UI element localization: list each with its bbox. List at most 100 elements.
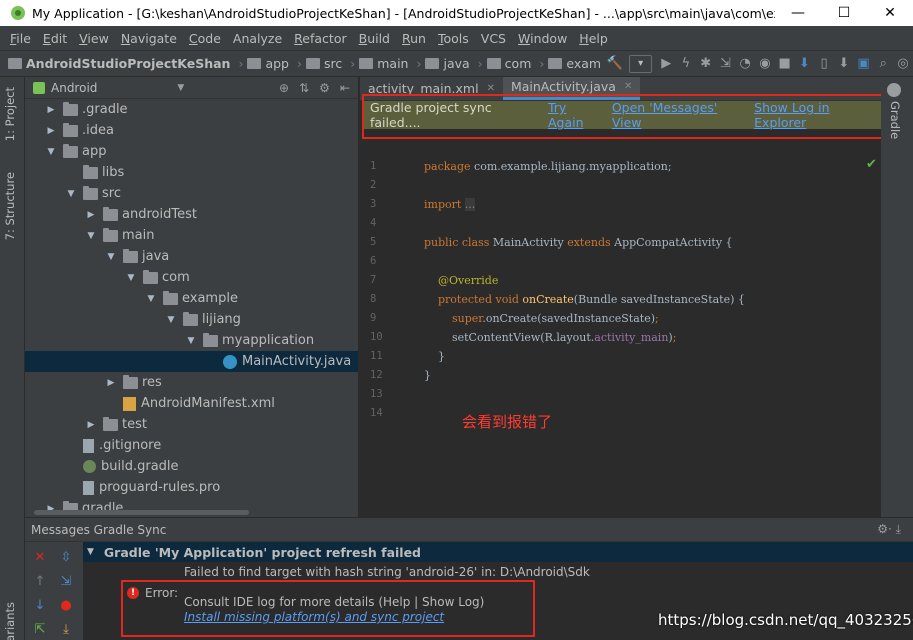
- menu-item-run[interactable]: Run: [396, 31, 432, 46]
- message-group-row[interactable]: ▼ Gradle 'My Application' project refres…: [83, 542, 913, 562]
- expand-arrow-icon[interactable]: ▼: [85, 231, 97, 241]
- tree-item[interactable]: ▶ res: [25, 372, 358, 393]
- collapse-all-icon[interactable]: ⇲: [58, 574, 74, 590]
- avd-manager-icon[interactable]: ▯: [814, 54, 834, 74]
- stop-icon[interactable]: ■: [775, 54, 795, 74]
- tree-item[interactable]: ▶ androidTest: [25, 204, 358, 225]
- maximize-button[interactable]: ☐: [821, 5, 867, 21]
- layout-inspector-icon[interactable]: ▣: [854, 54, 874, 74]
- breadcrumb-item[interactable]: AndroidStudioProjectKeShan: [8, 56, 230, 71]
- tree-item[interactable]: ▼ java: [25, 246, 358, 267]
- tree-item-label: .gitignore: [99, 438, 162, 453]
- search-icon[interactable]: ⌕: [873, 54, 893, 74]
- menu-item-analyze[interactable]: Analyze: [227, 31, 288, 46]
- breadcrumb-item[interactable]: src: [305, 56, 342, 71]
- run-config-dropdown[interactable]: ▾: [628, 54, 653, 73]
- tree-item[interactable]: ▶ test: [25, 414, 358, 435]
- gear-icon[interactable]: ⚙: [319, 81, 330, 95]
- debug-icon[interactable]: ✱: [696, 54, 716, 74]
- gear-icon[interactable]: ⚙· ⤓: [877, 522, 901, 537]
- attach-debugger-icon[interactable]: ⇲: [716, 54, 736, 74]
- expand-arrow-icon[interactable]: ▶: [85, 210, 97, 220]
- minimize-button[interactable]: —: [775, 5, 821, 21]
- close-tab-icon[interactable]: ✕: [624, 81, 632, 92]
- chevron-down-icon[interactable]: ▼: [177, 83, 184, 93]
- menu-item-vcs[interactable]: VCS: [475, 31, 512, 46]
- menu-item-code[interactable]: Code: [183, 31, 227, 46]
- breadcrumb-item[interactable]: app: [247, 56, 289, 71]
- close-button[interactable]: ✕: [867, 5, 913, 21]
- menu-item-edit[interactable]: Edit: [37, 31, 73, 46]
- tree-item[interactable]: ▼ src: [25, 183, 358, 204]
- breadcrumb-item[interactable]: java: [425, 56, 470, 71]
- expand-arrow-icon[interactable]: ▼: [105, 252, 117, 262]
- right-tool-stripe: Gradle: [881, 77, 913, 517]
- menu-item-navigate[interactable]: Navigate: [115, 31, 183, 46]
- breadcrumb-item[interactable]: exam: [548, 56, 601, 71]
- tree-item[interactable]: ▼ main: [25, 225, 358, 246]
- expand-arrow-icon[interactable]: ▶: [85, 420, 97, 430]
- expand-arrow-icon[interactable]: ▼: [185, 336, 197, 346]
- tree-item[interactable]: MainActivity.java: [25, 351, 358, 372]
- menu-item-file[interactable]: File: [4, 31, 37, 46]
- hide-icon[interactable]: ⇤: [340, 81, 350, 95]
- folder-icon: [103, 227, 118, 242]
- locate-icon[interactable]: ⊕: [279, 81, 289, 95]
- sync-project-icon[interactable]: ⬇: [795, 54, 815, 74]
- tree-item[interactable]: build.gradle: [25, 456, 358, 477]
- menu-item-help[interactable]: Help: [573, 31, 614, 46]
- tree-item[interactable]: proguard-rules.pro: [25, 477, 358, 498]
- hammer-icon[interactable]: 🔨: [605, 54, 625, 74]
- breadcrumb-item[interactable]: main: [359, 56, 408, 71]
- tree-item[interactable]: ▼ myapplication: [25, 330, 358, 351]
- tree-item[interactable]: ▼ com: [25, 267, 358, 288]
- close-tab-icon[interactable]: ✕: [487, 83, 495, 94]
- menu-item-build[interactable]: Build: [353, 31, 396, 46]
- run-icon[interactable]: ▶: [656, 54, 676, 74]
- folder-icon: [203, 332, 218, 347]
- expand-arrow-icon[interactable]: ▼: [45, 147, 57, 157]
- export-icon[interactable]: ⇱: [32, 622, 48, 638]
- code-text[interactable]: package com.example.lijiang.myapplicatio…: [424, 157, 745, 385]
- chevron-down-icon[interactable]: ▼: [87, 547, 94, 557]
- tree-item[interactable]: ▼ app: [25, 141, 358, 162]
- filter-errors-icon[interactable]: ●: [58, 598, 74, 614]
- expand-arrow-icon[interactable]: ▼: [145, 294, 157, 304]
- breadcrumb-separator: ›: [350, 56, 356, 71]
- horizontal-scrollbar[interactable]: [34, 510, 249, 515]
- structure-tool-tab[interactable]: 7: Structure: [3, 172, 17, 240]
- assistant-icon[interactable]: ◎: [893, 54, 913, 74]
- expand-arrow-icon[interactable]: ▼: [65, 189, 77, 199]
- expand-arrow-icon[interactable]: ▶: [45, 126, 57, 136]
- sdk-manager-icon[interactable]: ⬇: [834, 54, 854, 74]
- expand-arrow-icon[interactable]: ▶: [105, 378, 117, 388]
- tree-item[interactable]: ▼ lijiang: [25, 309, 358, 330]
- build-variants-tool-tab[interactable]: ariants: [3, 602, 17, 640]
- menu-item-view[interactable]: View: [73, 31, 115, 46]
- menu-item-window[interactable]: Window: [512, 31, 573, 46]
- collapse-all-icon[interactable]: ⇅: [299, 81, 309, 95]
- download-icon[interactable]: ⤓: [58, 622, 74, 638]
- tree-item[interactable]: ▼ example: [25, 288, 358, 309]
- tree-item[interactable]: .gitignore: [25, 435, 358, 456]
- breadcrumb-item[interactable]: com: [486, 56, 531, 71]
- expand-arrow-icon[interactable]: ▼: [125, 273, 137, 283]
- menu-item-refactor[interactable]: Refactor: [288, 31, 352, 46]
- gradle-tool-tab[interactable]: Gradle: [888, 101, 902, 139]
- expand-all-icon[interactable]: ⇳: [58, 550, 74, 566]
- expand-arrow-icon[interactable]: ▶: [45, 105, 57, 115]
- project-view-dropdown[interactable]: Android: [51, 81, 97, 95]
- coverage-icon[interactable]: ◉: [755, 54, 775, 74]
- tree-item[interactable]: ▶ .gradle: [25, 99, 358, 120]
- tree-item[interactable]: AndroidManifest.xml: [25, 393, 358, 414]
- previous-icon[interactable]: ↑: [32, 574, 48, 590]
- project-tool-tab[interactable]: 1: Project: [3, 87, 17, 141]
- expand-arrow-icon[interactable]: ▼: [165, 315, 177, 325]
- close-icon[interactable]: ✕: [32, 550, 48, 566]
- tree-item[interactable]: ▶ .idea: [25, 120, 358, 141]
- next-icon[interactable]: ↓: [32, 598, 48, 614]
- menu-item-tools[interactable]: Tools: [432, 31, 475, 46]
- apply-changes-icon[interactable]: ϟ: [676, 54, 696, 74]
- tree-item[interactable]: libs: [25, 162, 358, 183]
- profiler-icon[interactable]: ◔: [735, 54, 755, 74]
